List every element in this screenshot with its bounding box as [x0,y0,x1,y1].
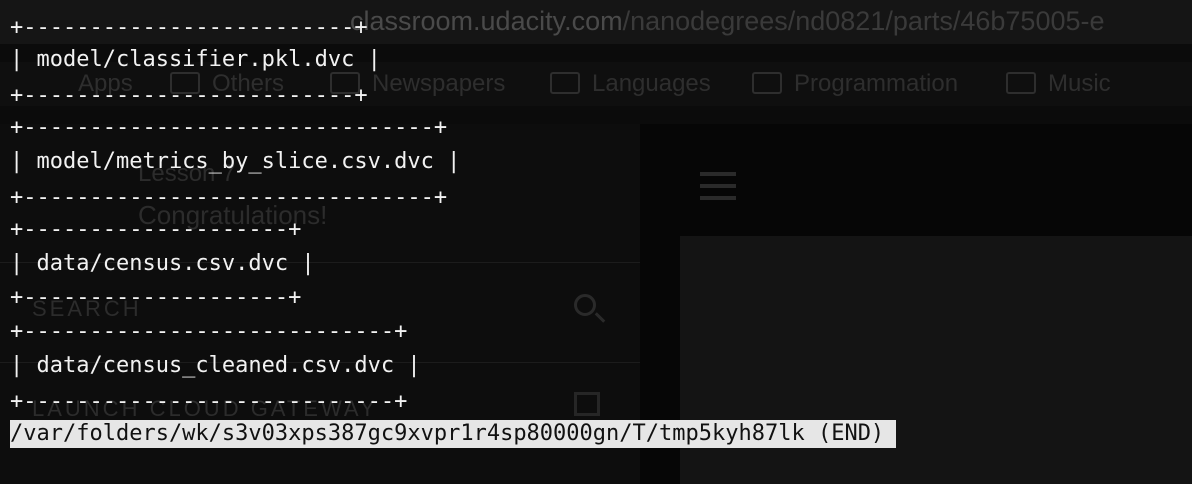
terminal-line: | model/metrics_by_slice.csv.dvc | [10,149,461,174]
terminal-output: +-------------------------+ | model/clas… [0,0,1192,484]
terminal-line: +--------------------+ [10,217,302,242]
terminal-line: | data/census_cleaned.csv.dvc | [10,353,421,378]
terminal-line: | model/classifier.pkl.dvc | [10,47,381,72]
terminal-line: | data/census.csv.dvc | [10,251,315,276]
terminal-line: +-------------------------------+ [10,185,448,210]
terminal-line: +-------------------------+ [10,83,368,108]
pager-status-line[interactable]: /var/folders/wk/s3v03xps387gc9xvpr1r4sp8… [10,420,897,448]
terminal-line: +-------------------------------+ [10,115,448,140]
terminal-line: +--------------------+ [10,285,302,310]
terminal-line: +----------------------------+ [10,389,408,414]
terminal-line: +----------------------------+ [10,319,408,344]
terminal-line: +-------------------------+ [10,15,368,40]
